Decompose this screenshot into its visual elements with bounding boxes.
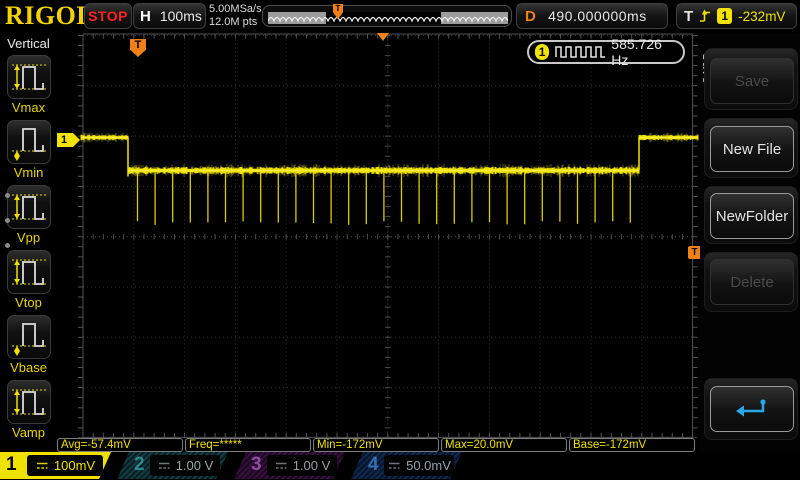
measurement-box: Avg=-57.4mV [57,438,183,452]
d-label: D [525,7,536,25]
channel-scale: 50.0mV [406,458,451,473]
sample-rate: 5.00MSa/s [209,3,262,15]
channel-number: 3 [251,454,262,475]
rising-edge-icon [700,9,711,22]
page-indicator-dot [5,218,10,223]
delay-value: 490.000000ms [548,8,647,24]
channel-number: 2 [134,454,145,475]
menu-button-newfolder[interactable]: NewFolder [710,193,794,239]
channel-scale: 1.00 V [292,458,331,473]
preview-sine-icon [268,16,508,23]
run-state-label: STOP [88,8,128,24]
timebase-value: 100ms [159,8,202,24]
t-label: T [684,7,694,25]
oscilloscope-screen: RIGOL STOP H 100ms 5.00MSa/s 12.0M pts T… [0,0,800,480]
memory-depth: 12.0M pts [209,16,258,28]
h-label: H [140,7,151,25]
save-menu: Save SaveNew FileNewFolderDelete [700,33,800,452]
sidebar-title: Vertical [7,36,50,51]
page-indicator-dot [5,193,10,198]
channel-status-bar: 1 100mV 2 1.00 V 3 1.00 V 4 50.0mV [0,452,800,480]
trigger-box[interactable]: T 1 -232mV [676,3,797,29]
horizontal-position-marker[interactable] [377,33,389,41]
menu-button-new-file[interactable]: New File [710,126,794,172]
page-indicator-dot [5,243,10,248]
run-stop-status[interactable]: STOP [84,3,132,29]
menu-button-delete[interactable]: Delete [710,259,794,305]
vbase-icon [7,315,51,359]
channel-scale: 100mV [53,458,96,473]
channel-tab-3[interactable]: 3 1.00 V [234,452,345,479]
counter-channel-badge: 1 [535,44,550,60]
frequency-counter: 1 585.726 Hz [527,36,685,68]
graticule [57,33,700,438]
vamp-icon [7,380,51,424]
measurement-box: Base=-172mV [569,438,695,452]
menu-button-save[interactable]: Save [710,58,794,104]
trigger-source-badge: 1 [717,8,733,24]
channel-scale-box: 1.00 V [267,455,337,476]
sidebar-item-label: Vamp [12,425,45,440]
return-arrow-icon [736,399,766,417]
sidebar-item-label: Vmin [13,165,44,180]
horizontal-timebase-box[interactable]: H 100ms [133,3,206,29]
acquisition-info: 5.00MSa/s 12.0M pts [209,3,262,29]
dc-coupling-icon [36,462,48,469]
rigol-logo: RIGOL [5,1,95,30]
measure-sidebar: Vertical Vmax Vmin Vpp Vtop Vbase Vamp [0,33,57,452]
vtop-icon [7,250,51,294]
dc-coupling-icon [389,462,400,469]
channel-tab-4[interactable]: 4 50.0mV [351,452,462,479]
channel-tab-2[interactable]: 2 1.00 V [117,452,228,479]
dc-coupling-icon [275,462,287,469]
sidebar-item-label: Vmax [11,100,46,115]
channel-number: 1 [6,454,17,475]
channel-tab-1[interactable]: 1 100mV [0,452,111,479]
trigger-level-value: -232mV [738,8,786,24]
vmax-icon [7,55,51,99]
measurement-box: Min=-172mV [313,438,439,452]
channel-scale-box: 50.0mV [384,455,454,476]
channel-scale: 1.00 V [175,458,214,473]
square-wave-icon [555,46,606,58]
channel-scale-box: 1.00 V [150,455,220,476]
channel-scale-box: 100mV [27,455,103,476]
memory-waveform-preview[interactable]: T [262,4,512,27]
measurement-box: Max=20.0mV [441,438,567,452]
vpp-icon [7,185,51,229]
sidebar-item-label: Vtop [15,295,42,310]
vmin-icon [7,120,51,164]
sidebar-item-label: Vbase [10,360,47,375]
menu-button-return[interactable] [710,386,794,432]
measurement-results-bar: Avg=-57.4mV Freq=***** Min=-172mV Max=20.0m… [57,438,700,452]
delay-box[interactable]: D 490.000000ms [516,3,668,29]
measurement-box: Freq=***** [185,438,311,452]
dc-coupling-icon [158,462,170,469]
counter-value: 585.726 Hz [611,36,662,68]
channel-number: 4 [368,454,379,475]
